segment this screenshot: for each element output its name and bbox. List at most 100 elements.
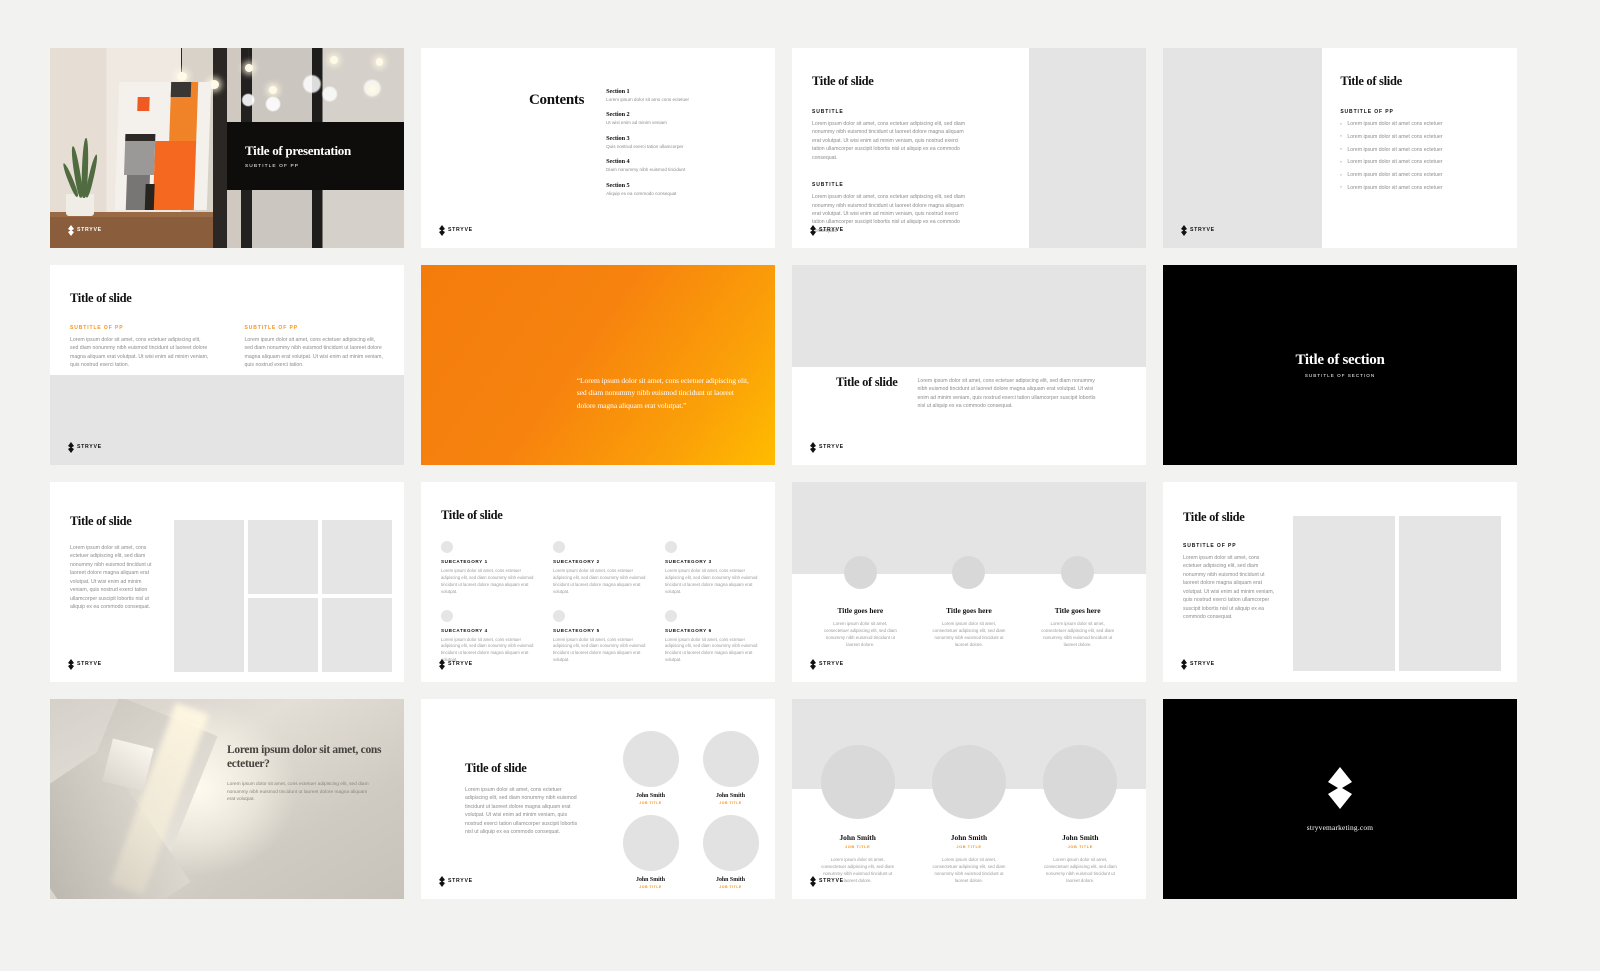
avatar: [622, 815, 679, 871]
feature-title: Title goes here: [946, 606, 992, 615]
feature-item: Title goes here Lorem ipsum dolor sit am…: [922, 556, 1016, 648]
person-job: JOB TITLE: [845, 844, 871, 849]
section-title: Section 3: [606, 134, 630, 142]
slide-three-features[interactable]: Title goes here Lorem ipsum dolor sit am…: [792, 482, 1146, 682]
slide-section-divider[interactable]: Title of section SUBTITLE OF SECTION: [1163, 265, 1517, 465]
list-item[interactable]: Section 4 Diam nonummy nibh euismod tinci…: [606, 158, 730, 173]
stryve-bolt-icon: [1328, 766, 1352, 809]
slide-image-band[interactable]: Title of slide Lorem ipsum dolor sit ame…: [792, 265, 1146, 465]
person-card: John Smith JOB TITLE Lorem ipsum dolor s…: [809, 745, 907, 884]
image-placeholder: [322, 520, 392, 594]
stryve-bolt-icon: [810, 225, 816, 236]
list-item: SUBCATEGORY 1 Lorem ipsum dolor sit amet,…: [441, 541, 537, 596]
list-item[interactable]: Section 3 Quis nostrud exerci tation ulla…: [606, 135, 730, 150]
person-name: John Smith: [716, 793, 745, 799]
bullet-list: Lorem ipsum dolor sit amet cons ectetuer…: [1340, 121, 1503, 191]
body-text: Lorem ipsum dolor sit amet, cons ectetue…: [917, 378, 1096, 410]
stryve-wordmark: STRYVE: [1190, 226, 1215, 233]
person-card: John Smith JOB TITLE Lorem ipsum dolor s…: [1031, 745, 1129, 884]
people-grid: John Smith JOB TITLE John Smith JOB TITLE …: [613, 731, 768, 889]
person-job: JOB TITLE: [956, 844, 982, 849]
section-desc: Lorem ipsum dolor sit amo cons ectetuer: [606, 97, 690, 102]
slide-two-panels[interactable]: Title of slide SUBTITLE OF PP Lorem ipsu…: [1163, 482, 1517, 682]
content-panel: Title of slide SUBTITLE Lorem ipsum dolo…: [792, 48, 1030, 248]
slide-title-presentation[interactable]: Title of presentation SUBTITLE OF PP STR…: [50, 48, 404, 248]
presentation-subtitle: SUBTITLE OF PP: [245, 164, 300, 169]
image-placeholder: STRYVE: [1163, 48, 1323, 248]
section-subtitle: SUBTITLE OF SECTION: [1304, 373, 1376, 378]
list-item: Lorem ipsum dolor sit amet cons ectetuer: [1340, 147, 1503, 153]
slide-bullet-list[interactable]: STRYVE Title of slide SUBTITLE OF PP Lor…: [1163, 48, 1517, 248]
column: SUBTITLE OF PP Lorem ipsum dolor sit ame…: [70, 325, 210, 370]
subcategory-label: SUBCATEGORY 3: [665, 559, 712, 564]
person-job: JOB TITLE: [639, 885, 662, 889]
section-title: Section 2: [606, 111, 630, 119]
person-job: JOB TITLE: [719, 801, 742, 805]
slide-three-people[interactable]: John Smith JOB TITLE Lorem ipsum dolor s…: [792, 699, 1146, 899]
stryve-wordmark: STRYVE: [448, 660, 473, 667]
image-placeholder: [1029, 48, 1146, 248]
subtitle-label: SUBTITLE OF PP: [1183, 543, 1237, 549]
slide-title: Title of slide: [1183, 510, 1245, 524]
body-text: Lorem ipsum dolor sit amet, cons ectetue…: [70, 545, 152, 610]
avatar: [622, 731, 679, 787]
image-placeholder: [1293, 516, 1395, 671]
section-desc: Aliquip ex ea commodo consequat: [606, 190, 677, 196]
stryve-bolt-icon: [1181, 659, 1187, 670]
stryve-logo: STRYVE: [67, 225, 102, 236]
stryve-logo: STRYVE: [1180, 659, 1215, 670]
image-grid: [174, 520, 392, 672]
slide-two-subtitles[interactable]: Title of slide SUBTITLE Lorem ipsum dolo…: [792, 48, 1146, 248]
stryve-wordmark: STRYVE: [819, 660, 844, 667]
website-url: stryvemarketing.com: [1306, 822, 1374, 832]
list-item: SUBCATEGORY 5 Lorem ipsum dolor sit amet,…: [553, 609, 649, 665]
list-item: Lorem ipsum dolor sit amet cons ectetuer: [1340, 160, 1503, 165]
person-bio: Lorem ipsum dolor sit amet, consectetuer…: [932, 857, 1006, 884]
subtitle-label: SUBTITLE OF PP: [70, 325, 124, 331]
stryve-bolt-icon: [439, 225, 445, 236]
person-job: JOB TITLE: [719, 885, 742, 889]
person-name: John Smith: [839, 833, 876, 842]
slide-image-grid[interactable]: Title of slide Lorem ipsum dolor sit ame…: [50, 482, 404, 682]
bullet-dot-icon: [553, 541, 565, 553]
section-desc: Ut wisi enim ad minim veniam: [606, 120, 667, 126]
list-item: SUBCATEGORY 2 Lorem ipsum dolor sit amet,…: [553, 541, 649, 596]
image-placeholder: [792, 265, 1146, 367]
slide-four-people[interactable]: Title of slide Lorem ipsum dolor sit ame…: [421, 699, 775, 899]
avatar: [843, 556, 877, 589]
stryve-wordmark: STRYVE: [448, 226, 473, 233]
subcategory-body: Lorem ipsum dolor sit amet, cons ectetue…: [553, 568, 646, 594]
subcategory-label: SUBCATEGORY 2: [553, 559, 600, 564]
section-list: Section 1 Lorem ipsum dolor sit amo cons …: [606, 88, 730, 197]
stryve-wordmark: STRYVE: [1190, 660, 1215, 667]
avatar: [702, 731, 759, 787]
stryve-wordmark: STRYVE: [819, 877, 844, 884]
stryve-bolt-icon: [68, 442, 74, 453]
slide-closing[interactable]: stryvemarketing.com: [1163, 699, 1517, 899]
stryve-bolt-icon: [810, 442, 816, 453]
slide-question-photo[interactable]: Lorem ipsum dolor sit amet, cons ectetue…: [50, 699, 404, 899]
avatar: [1061, 556, 1095, 589]
avatar: [931, 745, 1006, 819]
content-panel: Title of slide SUBTITLE OF PP Lorem ipsu…: [1322, 48, 1517, 248]
stryve-logo: STRYVE: [67, 659, 102, 670]
avatar: [820, 745, 895, 819]
slide-title: Lorem ipsum dolor sit amet, cons ectetue…: [227, 744, 382, 771]
stryve-logo: STRYVE: [67, 442, 102, 453]
content-panel: Title of slide SUBTITLE OF PP Lorem ipsu…: [50, 265, 404, 375]
list-item[interactable]: Section 1 Lorem ipsum dolor sit amo cons …: [606, 88, 730, 103]
slide-contents[interactable]: Contents Section 1 Lorem ipsum dolor sit …: [421, 48, 775, 248]
stryve-bolt-icon: [810, 876, 816, 887]
body-text: Lorem ipsum dolor sit amet, cons ectetue…: [70, 337, 209, 369]
slide-title: Title of slide: [465, 761, 527, 775]
stryve-logo: STRYVE: [809, 876, 844, 887]
list-item[interactable]: Section 2 Ut wisi enim ad minim veniam: [606, 111, 730, 126]
slide-two-columns[interactable]: Title of slide SUBTITLE OF PP Lorem ipsu…: [50, 265, 404, 465]
body-text: Lorem ipsum dolor sit amet, cons ectetue…: [227, 781, 369, 803]
stryve-bolt-icon: [439, 659, 445, 670]
list-item[interactable]: Section 5 Aliquip ex ea commodo consequat: [606, 182, 730, 197]
slide-quote[interactable]: “Lorem ipsum dolor sit amet, cons ectetu…: [421, 265, 775, 465]
slide-subcategories[interactable]: Title of slide SUBCATEGORY 1 Lorem ipsum …: [421, 482, 775, 682]
person-name: John Smith: [636, 793, 665, 799]
subcategory-label: SUBCATEGORY 6: [665, 627, 712, 633]
